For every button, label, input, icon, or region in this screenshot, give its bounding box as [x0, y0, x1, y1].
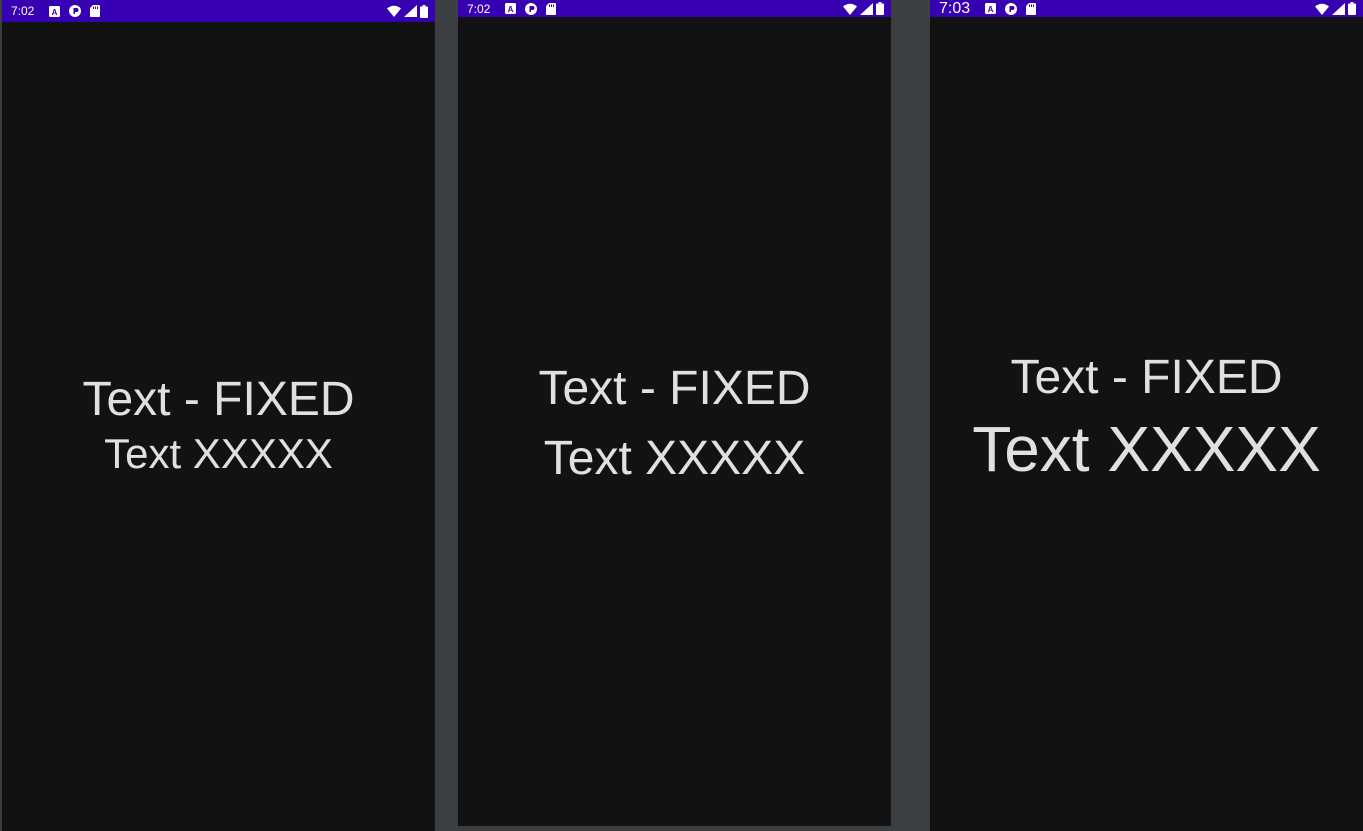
- phone-screen-2: 7:02 A Text - FIXED Text XXXXX: [458, 0, 891, 826]
- app-p-icon: [1005, 2, 1018, 15]
- app-p-icon: [69, 5, 82, 17]
- cell-signal-icon: [1332, 2, 1345, 15]
- fixed-size-text: Text - FIXED: [1010, 351, 1283, 404]
- svg-text:A: A: [988, 5, 994, 14]
- status-bar: 7:02 A: [458, 0, 891, 17]
- text-block: Text - FIXED Text XXXXX: [930, 349, 1363, 487]
- battery-icon: [876, 2, 884, 15]
- cell-signal-icon: [404, 5, 417, 17]
- battery-icon: [420, 4, 428, 18]
- scalable-text: Text XXXXX: [543, 432, 806, 485]
- svg-text:A: A: [52, 8, 58, 17]
- app-p-icon: [525, 2, 538, 15]
- sd-card-icon: [1026, 2, 1037, 15]
- fixed-size-text: Text - FIXED: [82, 373, 355, 426]
- app-a-icon: A: [985, 3, 997, 14]
- wifi-icon: [843, 3, 857, 15]
- fixed-size-text: Text - FIXED: [538, 362, 811, 415]
- scalable-text: Text XXXXX: [972, 413, 1321, 485]
- text-block: Text - FIXED Text XXXXX: [458, 360, 891, 488]
- status-time: 7:03: [939, 0, 971, 17]
- cell-signal-icon: [860, 2, 873, 15]
- app-a-icon: A: [49, 5, 61, 17]
- status-bar: 7:03 A: [930, 0, 1363, 17]
- status-bar: 7:02 A: [2, 0, 435, 22]
- sd-card-icon: [90, 5, 101, 17]
- svg-text:A: A: [508, 5, 514, 14]
- phone-screen-1: 7:02 A Text - FIXED Text XXXXX: [2, 0, 435, 831]
- phone-screen-3: 7:03 A Text - FIXED Text XXXXX: [930, 0, 1363, 831]
- wifi-icon: [1315, 3, 1329, 15]
- scalable-text: Text XXXXX: [104, 430, 333, 477]
- sd-card-icon: [546, 2, 557, 15]
- wifi-icon: [387, 5, 401, 17]
- status-time: 7:02: [11, 4, 35, 18]
- app-a-icon: A: [505, 3, 517, 14]
- status-time: 7:02: [467, 1, 491, 16]
- text-block: Text - FIXED Text XXXXX: [2, 371, 435, 479]
- battery-icon: [1348, 2, 1356, 15]
